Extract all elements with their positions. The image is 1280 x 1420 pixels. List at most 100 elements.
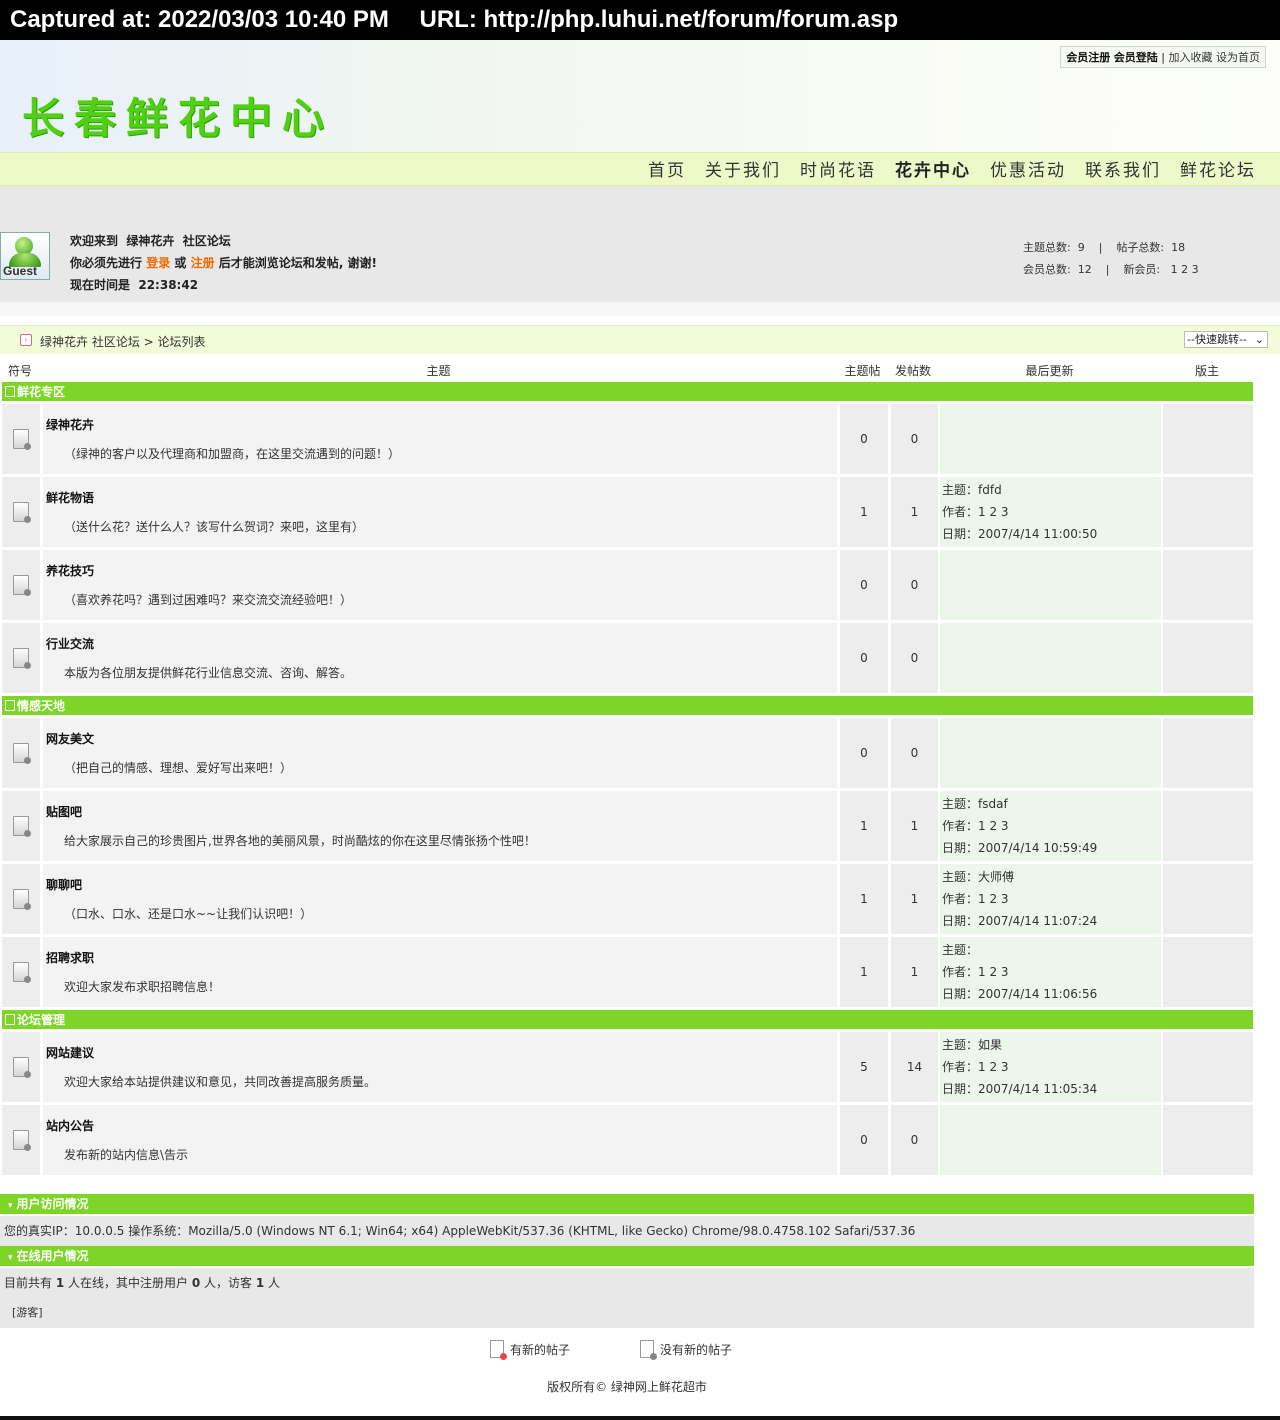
last-update — [938, 718, 1161, 791]
copyright: 版权所有© 绿神网上鲜花超市 — [547, 1380, 707, 1394]
no-new-post-icon — [13, 502, 31, 523]
topic-count: 0 — [837, 623, 888, 696]
no-new-post-icon — [13, 1130, 31, 1151]
col-moderator: 版主 — [1194, 364, 1219, 378]
forum-info: 招聘求职 欢迎大家发布求职招聘信息！ — [40, 937, 837, 1010]
forum-icon-cell — [2, 864, 40, 937]
moderator-cell — [1161, 1032, 1253, 1105]
category-name[interactable]: 论坛管理 — [17, 1013, 65, 1027]
last-author[interactable]: 作者：1 2 3 — [942, 815, 1160, 837]
last-topic[interactable]: 主题：fdfd — [942, 479, 1160, 501]
nav-item[interactable]: 时尚花语 — [800, 161, 876, 181]
forum-name-link[interactable]: 聊聊吧 — [46, 876, 836, 893]
site-logo[interactable]: 长春鲜花中心 — [22, 85, 334, 146]
register-link-inline[interactable]: 注册 — [191, 256, 215, 270]
table-row: 网友美文 （把自己的情感、理想、爱好写出来吧！） 0 0 — [2, 718, 1253, 791]
forum-icon-cell — [2, 1032, 40, 1105]
nav-item[interactable]: 鲜花论坛 — [1180, 161, 1256, 181]
forum-description: （绿神的客户以及代理商和加盟商，在这里交流遇到的问题！） — [64, 447, 401, 461]
forum-name-link[interactable]: 养花技巧 — [46, 562, 836, 579]
register-link[interactable]: 会员注册 — [1066, 51, 1110, 64]
nav-item[interactable]: 关于我们 — [705, 161, 781, 181]
stats-separator: | — [1098, 241, 1103, 254]
last-author[interactable]: 作者：1 2 3 — [942, 961, 1160, 983]
stats-row-2: 会员总数: 12 | 新会员: 1 2 3 — [1023, 259, 1199, 281]
guest-tag[interactable]: [游客] — [4, 1298, 1254, 1328]
category-icon — [5, 700, 15, 711]
nav-item[interactable]: 联系我们 — [1085, 161, 1161, 181]
forum-name-link[interactable]: 网友美文 — [46, 730, 836, 747]
capture-url: URL: http://php.luhui.net/forum/forum.as… — [419, 6, 899, 33]
forum-icon-cell — [2, 550, 40, 623]
bottom-border — [0, 1416, 1280, 1420]
current-time: 现在时间是 22:38:42 — [70, 274, 377, 296]
last-topic[interactable]: 主题： — [942, 939, 1160, 961]
post-count: 1 — [888, 864, 938, 937]
post-count: 0 — [888, 404, 938, 477]
new-member-link[interactable]: 1 2 3 — [1171, 263, 1199, 276]
forum-description: （把自己的情感、理想、爱好写出来吧！） — [64, 761, 293, 775]
category-cell: 论坛管理 — [2, 1010, 1253, 1032]
topic-count: 0 — [837, 718, 888, 791]
forum-name-link[interactable]: 绿神花卉 — [46, 416, 836, 433]
table-row: 网站建议 欢迎大家给本站提供建议和意见，共同改善提高服务质量。 5 14 主题：如果 作者… — [2, 1032, 1253, 1105]
table-header: 符号 主题 主题帖 发帖数 最后更新 版主 — [2, 359, 1253, 382]
set-homepage-link[interactable]: 设为首页 — [1216, 51, 1260, 64]
category-name[interactable]: 鲜花专区 — [17, 385, 65, 399]
last-date: 日期：2007/4/14 10:59:49 — [942, 841, 1098, 855]
login-link-inline[interactable]: 登录 — [146, 256, 170, 270]
last-topic[interactable]: 主题：fsdaf — [942, 793, 1160, 815]
forum-name-link[interactable]: 站内公告 — [46, 1117, 836, 1134]
login-prompt-suffix: 后才能浏览论坛和发帖, 谢谢! — [214, 256, 377, 270]
collapse-icon[interactable]: ▾ — [8, 1248, 13, 1268]
forum-info: 绿神花卉 （绿神的客户以及代理商和加盟商，在这里交流遇到的问题！） — [40, 404, 837, 477]
last-date: 日期：2007/4/14 11:06:56 — [942, 987, 1098, 1001]
topics-total-label: 主题总数: — [1023, 241, 1071, 254]
visit-title: 用户访问情况 — [16, 1197, 89, 1211]
table-row: 招聘求职 欢迎大家发布求职招聘信息！ 1 1 主题： 作者：1 2 3 日期：2007/4/… — [2, 937, 1253, 1010]
chevron-down-icon: ⌄ — [1254, 333, 1264, 346]
table-row: 鲜花物语 （送什么花？送什么人？该写什么贺词？来吧，这里有） 1 1 主题：fdfd 作者… — [2, 477, 1253, 550]
forum-description: （口水、口水、还是口水~~让我们认识吧！） — [64, 907, 313, 921]
nav-item[interactable]: 优惠活动 — [990, 161, 1066, 181]
login-link[interactable]: 会员登陆 — [1114, 51, 1158, 64]
last-author[interactable]: 作者：1 2 3 — [942, 1056, 1160, 1078]
login-prompt: 你必须先进行 登录 或 注册 后才能浏览论坛和发帖, 谢谢! — [70, 252, 377, 274]
quick-jump-select[interactable]: --快速跳转-- ⌄ — [1184, 331, 1268, 348]
collapse-icon[interactable]: ▾ — [8, 1196, 13, 1216]
welcome-panel: Guest 欢迎来到 绿神花卉 社区论坛 你必须先进行 登录 或 注册 后才能浏… — [0, 226, 1280, 302]
col-topic-posts: 主题帖 — [844, 364, 881, 378]
last-topic[interactable]: 主题：如果 — [942, 1034, 1160, 1056]
post-count: 1 — [888, 477, 938, 550]
welcome-text: 欢迎来到 绿神花卉 社区论坛 你必须先进行 登录 或 注册 后才能浏览论坛和发帖… — [70, 230, 377, 296]
avatar-label: Guest — [3, 264, 38, 278]
online-text: 人在线，其中注册用户 — [64, 1276, 192, 1290]
forum-name-link[interactable]: 鲜花物语 — [46, 489, 836, 506]
table-row: 行业交流 本版为各位朋友提供鲜花行业信息交流、咨询、解答。 0 0 — [2, 623, 1253, 696]
forum-description: 本版为各位朋友提供鲜花行业信息交流、咨询、解答。 — [64, 666, 353, 680]
last-topic[interactable]: 主题：大师傅 — [942, 866, 1160, 888]
category-row: 鲜花专区 — [2, 382, 1253, 404]
last-update: 主题：大师傅 作者：1 2 3 日期：2007/4/14 11:07:24 — [938, 864, 1161, 937]
forum-name-link[interactable]: 网站建议 — [46, 1044, 836, 1061]
forum-name-link[interactable]: 行业交流 — [46, 635, 836, 652]
bookmark-link[interactable]: 加入收藏 — [1169, 51, 1213, 64]
topic-count: 0 — [837, 1105, 888, 1178]
category-name[interactable]: 情感天地 — [17, 699, 65, 713]
forum-name-link[interactable]: 招聘求职 — [46, 949, 836, 966]
last-update — [938, 1105, 1161, 1178]
members-total: 12 — [1077, 263, 1092, 276]
no-new-post-icon — [13, 648, 31, 669]
forum-icon-cell — [2, 477, 40, 550]
last-author[interactable]: 作者：1 2 3 — [942, 501, 1160, 523]
last-update — [938, 623, 1161, 696]
breadcrumb[interactable]: 绿神花卉 社区论坛 > 论坛列表 — [40, 333, 206, 350]
topic-count: 1 — [837, 791, 888, 864]
last-author[interactable]: 作者：1 2 3 — [942, 888, 1160, 910]
moderator-cell — [1161, 864, 1253, 937]
nav-item[interactable]: 花卉中心 — [895, 161, 971, 181]
topic-count: 1 — [837, 477, 888, 550]
forum-name-link[interactable]: 贴图吧 — [46, 803, 836, 820]
top-links: 会员注册 会员登陆 | 加入收藏 设为首页 — [1060, 46, 1266, 68]
nav-item[interactable]: 首页 — [648, 161, 686, 181]
